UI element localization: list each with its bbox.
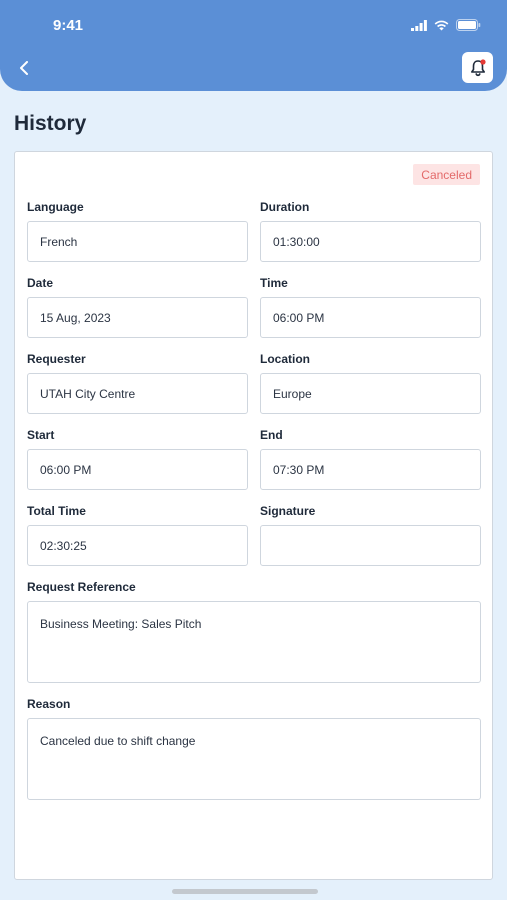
home-indicator (172, 889, 318, 894)
reason-input[interactable]: Canceled due to shift change (27, 718, 481, 800)
page-title: History (14, 112, 87, 135)
date-field: Date 15 Aug, 2023 (27, 275, 248, 338)
request-reference-input[interactable]: Business Meeting: Sales Pitch (27, 601, 481, 683)
signature-field: Signature (260, 503, 481, 566)
reason-field: Reason Canceled due to shift change (27, 696, 481, 800)
location-label: Location (260, 352, 310, 366)
time-label: Time (260, 276, 288, 290)
end-field: End 07:30 PM (260, 427, 481, 490)
end-label: End (260, 428, 283, 442)
requester-field: Requester UTAH City Centre (27, 351, 248, 414)
signature-input[interactable] (260, 525, 481, 566)
time-field: Time 06:00 PM (260, 275, 481, 338)
duration-label: Duration (260, 200, 310, 214)
status-badge: Canceled (413, 164, 480, 185)
reason-label: Reason (27, 697, 71, 711)
status-time: 9:41 (53, 17, 84, 34)
request-reference-label: Request Reference (27, 580, 136, 594)
total-time-field: Total Time 02:30:25 (27, 503, 248, 566)
start-label: Start (27, 428, 55, 442)
request-reference-field: Request Reference Business Meeting: Sale… (27, 579, 481, 683)
duration-input[interactable]: 01:30:00 (260, 221, 481, 262)
location-input[interactable]: Europe (260, 373, 481, 414)
requester-label: Requester (27, 352, 86, 366)
duration-field: Duration 01:30:00 (260, 199, 481, 262)
language-field: Language French (27, 199, 248, 262)
notifications-button[interactable] (462, 52, 493, 83)
requester-input[interactable]: UTAH City Centre (27, 373, 248, 414)
battery-icon (456, 19, 481, 31)
location-field: Location Europe (260, 351, 481, 414)
chevron-left-icon (20, 61, 28, 75)
signal-icon (411, 19, 427, 31)
history-card: Canceled Language French Duration 01:30:… (14, 151, 493, 880)
language-label: Language (27, 200, 84, 214)
app-header: 9:41 (0, 0, 507, 91)
total-time-label: Total Time (27, 504, 86, 518)
wifi-icon (434, 20, 449, 30)
date-label: Date (27, 276, 54, 290)
back-button[interactable] (12, 56, 36, 80)
start-input[interactable]: 06:00 PM (27, 449, 248, 490)
language-input[interactable]: French (27, 221, 248, 262)
time-input[interactable]: 06:00 PM (260, 297, 481, 338)
end-input[interactable]: 07:30 PM (260, 449, 481, 490)
date-input[interactable]: 15 Aug, 2023 (27, 297, 248, 338)
signature-label: Signature (260, 504, 316, 518)
bell-icon (470, 58, 486, 76)
total-time-input[interactable]: 02:30:25 (27, 525, 248, 566)
status-icons (411, 18, 481, 32)
start-field: Start 06:00 PM (27, 427, 248, 490)
